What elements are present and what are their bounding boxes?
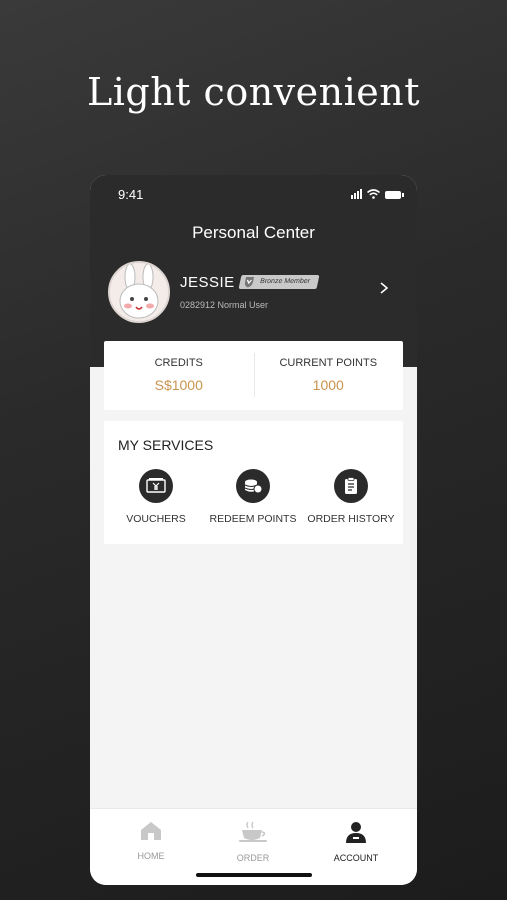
user-name: JESSIE — [180, 274, 235, 291]
credits-label: CREDITS — [154, 357, 203, 369]
page-title: Personal Center — [192, 223, 315, 242]
tab-account[interactable]: ACCOUNT — [306, 821, 406, 863]
promo-headline: Light convenient — [87, 70, 420, 114]
phone-screen: 9:41 Personal Center JESSIE Bronze Membe… — [90, 175, 417, 885]
service-vouchers[interactable]: VOUCHERS — [106, 469, 206, 525]
profile-row[interactable]: JESSIE Bronze Member 0282912 Normal User — [108, 261, 399, 323]
status-bar: 9:41 — [118, 187, 404, 203]
status-icons — [351, 189, 404, 199]
status-time: 9:41 — [118, 187, 144, 202]
chevron-right-icon[interactable] — [377, 281, 391, 295]
tab-label: ORDER — [236, 853, 270, 863]
service-redeem-points[interactable]: REDEEM POINTS — [203, 469, 303, 525]
services-card: MY SERVICES VOUCHERS REDEEM POINTS ORDER… — [104, 421, 403, 544]
avatar[interactable] — [108, 261, 170, 323]
service-label: REDEEM POINTS — [209, 513, 297, 525]
service-label: VOUCHERS — [126, 513, 186, 525]
shield-icon — [244, 277, 255, 288]
tab-label: HOME — [137, 851, 165, 861]
services-title: MY SERVICES — [118, 437, 214, 453]
bunny-avatar-icon — [119, 263, 159, 319]
home-indicator — [196, 873, 312, 877]
member-badge-label: Bronze Member — [259, 278, 311, 285]
service-label: ORDER HISTORY — [307, 513, 395, 525]
voucher-icon — [139, 469, 173, 503]
bottom-tab-bar: HOME ORDER ACCOUNT — [90, 808, 417, 885]
points-value: 1000 — [312, 377, 344, 393]
member-badge: Bronze Member — [238, 275, 320, 289]
home-icon — [141, 822, 161, 840]
service-order-history[interactable]: ORDER HISTORY — [301, 469, 401, 525]
credits-value: S$1000 — [154, 377, 203, 393]
points-label: CURRENT POINTS — [279, 357, 378, 369]
balance-card: CREDITS S$1000 CURRENT POINTS 1000 — [104, 341, 403, 410]
coins-icon — [236, 469, 270, 503]
points-section[interactable]: CURRENT POINTS 1000 — [254, 341, 404, 410]
user-id-status: 0282912 Normal User — [180, 300, 269, 310]
clipboard-icon — [334, 469, 368, 503]
tab-order[interactable]: ORDER — [203, 821, 303, 863]
wifi-icon — [367, 189, 380, 199]
battery-icon — [385, 191, 404, 199]
coffee-cup-icon — [239, 821, 267, 842]
signal-icon — [351, 189, 362, 199]
user-icon — [346, 822, 366, 843]
credits-section[interactable]: CREDITS S$1000 — [104, 341, 254, 410]
tab-label: ACCOUNT — [333, 853, 379, 863]
tab-home[interactable]: HOME — [101, 821, 201, 861]
